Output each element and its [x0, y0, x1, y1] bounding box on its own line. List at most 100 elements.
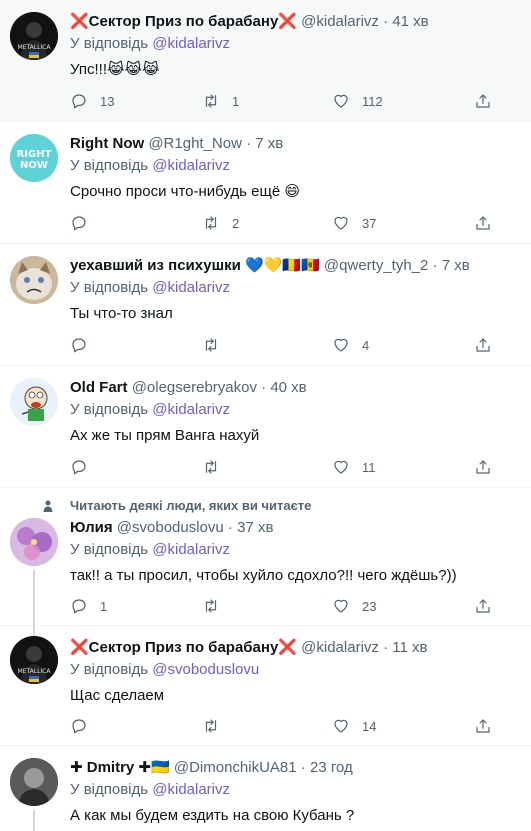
- reply-count: 13: [100, 93, 115, 109]
- retweet-icon: [205, 719, 217, 733]
- heart-icon: [334, 338, 348, 352]
- display-name[interactable]: уехавший из психушки 💙💛🇷🇴🇲🇩: [70, 257, 320, 274]
- svg-text:METALLICA: METALLICA: [17, 44, 51, 51]
- avatar[interactable]: METALLICA: [10, 636, 58, 684]
- timestamp[interactable]: 40 хв: [270, 379, 306, 396]
- timestamp[interactable]: 7 хв: [255, 135, 283, 152]
- heart-icon: [334, 460, 348, 474]
- like-button[interactable]: 23: [332, 596, 376, 616]
- reply-to-link[interactable]: @kidalarivz: [152, 279, 230, 296]
- retweet-button[interactable]: [202, 716, 232, 736]
- retweet-button[interactable]: [202, 596, 232, 616]
- display-name[interactable]: Юлия: [70, 519, 113, 536]
- retweet-icon: [205, 599, 217, 613]
- like-button[interactable]: 14: [332, 716, 376, 736]
- retweet-button[interactable]: [202, 457, 232, 477]
- avatar[interactable]: METALLICA: [10, 12, 58, 60]
- reply-button[interactable]: [70, 335, 100, 355]
- display-name[interactable]: Old Fart: [70, 379, 128, 396]
- user-handle[interactable]: @svoboduslovu: [117, 519, 224, 536]
- retweet-count: 1: [232, 93, 240, 109]
- like-count: 4: [362, 337, 370, 353]
- timestamp[interactable]: 41 хв: [392, 13, 428, 30]
- retweet-button[interactable]: 1: [202, 91, 239, 111]
- reply-button[interactable]: 13: [70, 91, 114, 111]
- reply-to-link[interactable]: @kidalarivz: [152, 157, 230, 174]
- heart-icon: [334, 719, 348, 733]
- reply-icon: [72, 719, 86, 734]
- share-button[interactable]: [474, 596, 492, 616]
- avatar[interactable]: [10, 518, 58, 566]
- reply-tweet[interactable]: METALLICA ❌Сектор Приз по барабану❌ @kid…: [0, 626, 531, 746]
- reply-icon: [72, 338, 86, 353]
- reply-tweet[interactable]: METALLICA ❌Сектор Приз по барабану❌ @kid…: [0, 0, 531, 122]
- tweet-text: так!! а ты просил, чтобы хуйло сдохло?!!…: [70, 567, 457, 584]
- display-name[interactable]: Right Now: [70, 135, 144, 152]
- reply-icon: [72, 599, 86, 614]
- avatar[interactable]: RIGHT NOW: [10, 134, 58, 182]
- like-button[interactable]: 112: [332, 91, 383, 111]
- reply-button[interactable]: [70, 213, 100, 233]
- like-button[interactable]: 4: [332, 335, 369, 355]
- reply-tweet[interactable]: уехавший из психушки 💙💛🇷🇴🇲🇩 @qwerty_tyh_…: [0, 244, 531, 366]
- timestamp[interactable]: 11 хв: [392, 639, 427, 656]
- reply-context: У відповідь @kidalarivz: [70, 781, 231, 798]
- user-handle[interactable]: @olegserebryakov: [132, 379, 257, 396]
- dark-avatar-metallica-icon: METALLICA: [10, 636, 58, 684]
- reply-to-link[interactable]: @kidalarivz: [152, 401, 230, 418]
- tweet-actions: 2 37: [70, 213, 500, 233]
- reply-tweet[interactable]: Читають деякі люди, яких ви читаєте Юлия…: [0, 488, 531, 626]
- thread-connector: [33, 626, 35, 636]
- dark-avatar-metallica-icon: METALLICA: [10, 12, 58, 60]
- timestamp[interactable]: 7 хв: [442, 257, 470, 274]
- reply-button[interactable]: [70, 457, 100, 477]
- thread-connector: [33, 570, 35, 626]
- purple-flower-icon: [10, 518, 58, 566]
- timestamp[interactable]: 37 хв: [237, 519, 273, 536]
- tweet-actions: 14: [70, 716, 500, 736]
- reply-icon: [72, 94, 86, 109]
- grumpy-cat-icon: [10, 256, 58, 304]
- display-name[interactable]: ✚ Dmitry ✚🇺🇦: [70, 759, 170, 776]
- share-button[interactable]: [474, 213, 492, 233]
- reply-to-link[interactable]: @kidalarivz: [152, 35, 230, 52]
- avatar[interactable]: [10, 378, 58, 426]
- user-handle[interactable]: @DimonchikUA81: [174, 759, 297, 776]
- reply-context: У відповідь @kidalarivz: [70, 541, 231, 558]
- like-count: 14: [362, 718, 377, 734]
- like-count: 23: [362, 598, 377, 614]
- display-name[interactable]: ❌Сектор Приз по барабану❌: [70, 639, 297, 656]
- tweet-actions: 4: [70, 335, 500, 355]
- reply-button[interactable]: 1: [70, 596, 107, 616]
- retweet-icon: [205, 94, 217, 108]
- reply-tweet[interactable]: RIGHT NOW Right Now @R1ght_Now · 7 хв У …: [0, 122, 531, 244]
- tweet-text: А как мы будем ездить на свою Кубань ?: [70, 807, 355, 824]
- share-button[interactable]: [474, 716, 492, 736]
- tweet-text: Упс!!!😹😹😹: [70, 61, 160, 78]
- retweet-button[interactable]: 2: [202, 213, 239, 233]
- user-handle[interactable]: @R1ght_Now: [148, 135, 242, 152]
- social-context[interactable]: Читають деякі люди, яких ви читаєте: [0, 498, 531, 514]
- reply-to-link[interactable]: @kidalarivz: [152, 781, 230, 798]
- share-button[interactable]: [474, 91, 492, 111]
- display-name[interactable]: ❌Сектор Приз по барабану❌: [70, 13, 297, 30]
- share-button[interactable]: [474, 335, 492, 355]
- user-handle[interactable]: @kidalarivz: [301, 13, 379, 30]
- avatar[interactable]: [10, 256, 58, 304]
- person-icon: [43, 500, 53, 512]
- share-button[interactable]: [474, 457, 492, 477]
- retweet-button[interactable]: [202, 335, 232, 355]
- like-button[interactable]: 37: [332, 213, 376, 233]
- user-handle[interactable]: @qwerty_tyh_2: [324, 257, 428, 274]
- user-handle[interactable]: @kidalarivz: [301, 639, 379, 656]
- reply-button[interactable]: [70, 716, 100, 736]
- like-count: 37: [362, 215, 377, 231]
- like-button[interactable]: 11: [332, 457, 376, 477]
- timestamp[interactable]: 23 год: [310, 759, 353, 776]
- svg-text:RIGHT: RIGHT: [17, 149, 52, 160]
- reply-tweet[interactable]: Old Fart @olegserebryakov · 40 хв У відп…: [0, 366, 531, 488]
- reply-to-link[interactable]: @kidalarivz: [152, 541, 230, 558]
- reply-to-link[interactable]: @svoboduslovu: [152, 661, 259, 678]
- reply-tweet[interactable]: ✚ Dmitry ✚🇺🇦 @DimonchikUA81 · 23 год У в…: [0, 746, 531, 831]
- avatar[interactable]: [10, 758, 58, 806]
